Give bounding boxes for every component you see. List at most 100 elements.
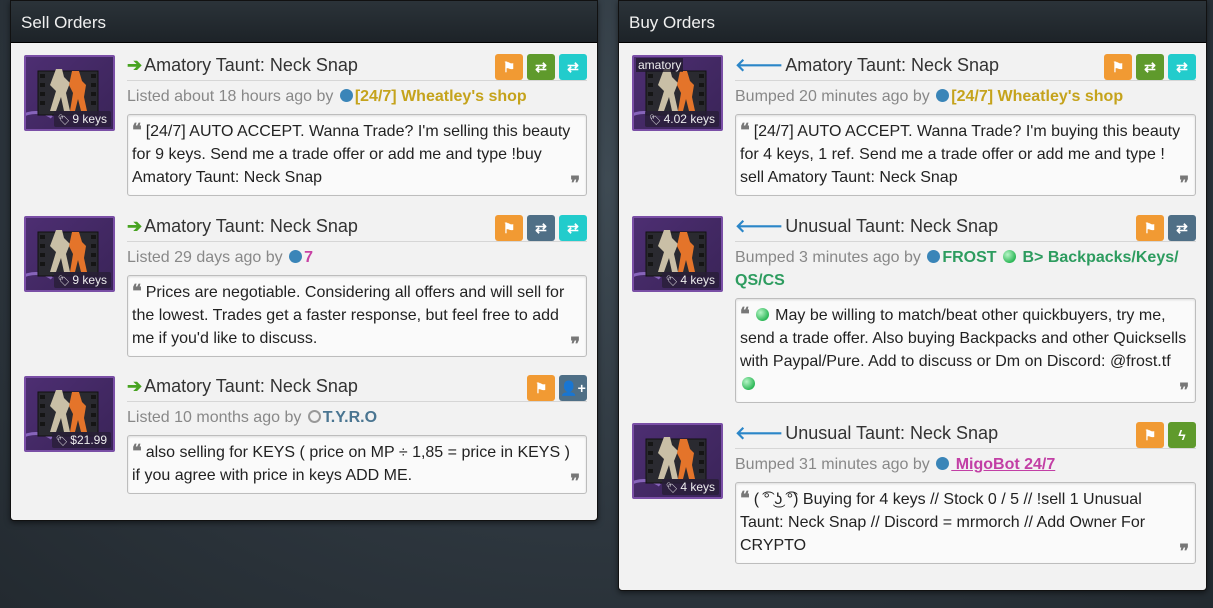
item-name[interactable]: Amatory Taunt: Neck Snap: [144, 55, 358, 75]
report-flag-button[interactable]: ⚑: [495, 215, 523, 241]
tag-icon: 🏷: [665, 483, 679, 494]
price-tag: 🏷 4.02 keys: [644, 111, 719, 127]
order-title-row: 🡐 Unusual Taunt: Neck Snap ⚑ ⇄: [735, 215, 1196, 242]
order-message: ❝ [24/7] AUTO ACCEPT. Wanna Trade? I'm se…: [127, 114, 587, 196]
user-name-part: QS/CS: [735, 272, 785, 289]
exchange-icon: ⇄: [567, 219, 579, 236]
report-flag-button[interactable]: ⚑: [1136, 215, 1164, 241]
order-meta: Bumped 3 minutes ago by FROST B> Backpac…: [735, 246, 1196, 292]
item-thumbnail[interactable]: 🏷 $21.99: [24, 376, 115, 452]
message-text: May be willing to match/beat other quick…: [740, 307, 1187, 370]
message-text: ( ͡° ͜ʖ ͡°) Buying for 4 keys // Stock 0…: [740, 491, 1146, 554]
order-meta: Bumped 31 minutes ago by MigoBot 24/7: [735, 453, 1196, 476]
report-flag-button[interactable]: ⚑: [495, 54, 523, 80]
order-title-row: 🡐 Unusual Taunt: Neck Snap ⚑ ϟ: [735, 422, 1196, 449]
user-name-part: FROST: [942, 249, 997, 266]
message-text: Prices are negotiable. Considering all o…: [132, 284, 565, 347]
green-orb-icon: [1003, 250, 1017, 263]
price-tag: 🏷 9 keys: [53, 111, 111, 127]
price-tag: 🏷 4 keys: [661, 479, 719, 495]
tag-icon: 🏷: [665, 276, 679, 287]
exchange-icon: ⇄: [567, 58, 579, 75]
item-name[interactable]: Unusual Taunt: Neck Snap: [785, 216, 998, 236]
flag-icon: ⚑: [534, 379, 548, 396]
order-title-row: ➔ Amatory Taunt: Neck Snap ⚑ ⇄ ⇄: [127, 54, 587, 81]
message-text: also selling for KEYS ( price on MP ÷ 1,…: [132, 444, 570, 484]
add-friend-icon: 👤+: [560, 379, 586, 396]
buy-arrow-icon: 🡐: [735, 216, 784, 236]
user-link[interactable]: [24/7] Wheatley's shop: [951, 88, 1123, 105]
quote-close-icon: ❞: [570, 471, 580, 492]
exchange-icon: ⇄: [1144, 58, 1156, 75]
order-message: ❝ also selling for KEYS ( price on MP ÷ 1…: [127, 435, 587, 494]
report-flag-button[interactable]: ⚑: [1136, 422, 1164, 448]
green-orb-icon: [742, 377, 755, 390]
item-name[interactable]: Unusual Taunt: Neck Snap: [785, 423, 998, 443]
price-label: 9 keys: [72, 273, 107, 287]
flag-icon: ⚑: [1143, 219, 1157, 236]
instant-trade-button[interactable]: ⇄: [559, 215, 587, 241]
order-meta: Listed about 18 hours ago by [24/7] Whea…: [127, 85, 587, 108]
add-friend-button[interactable]: 👤+: [559, 375, 587, 401]
item-thumbnail[interactable]: 🏷 4 keys: [632, 216, 723, 292]
order-meta: Listed 29 days ago by 7: [127, 246, 587, 269]
thumb-label: amatory: [636, 58, 684, 72]
quote-open-icon: ❝: [740, 304, 750, 325]
quote-open-icon: ❝: [132, 281, 142, 302]
user-link[interactable]: MigoBot 24/7: [951, 456, 1056, 473]
report-flag-button[interactable]: ⚑: [1104, 54, 1132, 80]
tag-icon: 🏷: [57, 276, 71, 287]
trade-offer-button[interactable]: ⇄: [527, 54, 555, 80]
trade-offer-button[interactable]: ⇄: [1136, 54, 1164, 80]
order-title-row: ➔ Amatory Taunt: Neck Snap ⚑ ⇄ ⇄: [127, 215, 587, 242]
instant-trade-button[interactable]: ϟ: [1168, 422, 1196, 448]
user-status-dot: [936, 457, 950, 470]
tag-icon: 🏷: [57, 115, 71, 126]
report-flag-button[interactable]: ⚑: [527, 375, 555, 401]
user-link[interactable]: T.Y.R.O: [323, 409, 377, 426]
flag-icon: ⚑: [1143, 426, 1157, 443]
tag-icon: 🏷: [55, 436, 69, 447]
user-link[interactable]: [24/7] Wheatley's shop: [355, 88, 527, 105]
price-tag: 🏷 $21.99: [51, 432, 111, 448]
exchange-icon: ⇄: [535, 58, 547, 75]
user-status-dot: [927, 250, 941, 263]
lightning-icon: ϟ: [1178, 427, 1186, 443]
instant-trade-button[interactable]: ⇄: [1168, 54, 1196, 80]
item-name[interactable]: Amatory Taunt: Neck Snap: [144, 376, 358, 396]
exchange-icon: ⇄: [1176, 219, 1188, 236]
user-status-dot: [307, 410, 321, 423]
order-meta: Bumped 20 minutes ago by [24/7] Wheatley…: [735, 85, 1196, 108]
trade-offer-button[interactable]: ⇄: [1168, 215, 1196, 241]
exchange-icon: ⇄: [1176, 58, 1188, 75]
order-title-row: 🡐 Amatory Taunt: Neck Snap ⚑ ⇄ ⇄: [735, 54, 1196, 81]
quote-close-icon: ❞: [570, 173, 580, 194]
item-name[interactable]: Amatory Taunt: Neck Snap: [144, 216, 358, 236]
item-thumbnail[interactable]: 🏷 9 keys: [24, 55, 115, 131]
buy-orders-panel: Buy Orders amatory 🏷 4.02 keys 🡐 Amatory T…: [618, 0, 1207, 591]
item-thumbnail[interactable]: amatory 🏷 4.02 keys: [632, 55, 723, 131]
user-name-part: B> Backpacks/Keys/: [1022, 249, 1179, 266]
price-label: 9 keys: [72, 112, 107, 126]
trade-offer-button[interactable]: ⇄: [527, 215, 555, 241]
quote-open-icon: ❝: [132, 441, 142, 462]
quote-open-icon: ❝: [740, 488, 750, 509]
green-orb-icon: [755, 308, 769, 321]
instant-trade-button[interactable]: ⇄: [559, 54, 587, 80]
user-link[interactable]: 7: [304, 249, 313, 266]
flag-icon: ⚑: [1111, 58, 1125, 75]
sell-orders-panel: Sell Orders 🏷 9 keys ➔ Amatory Taunt: Neck…: [10, 0, 598, 521]
item-name[interactable]: Amatory Taunt: Neck Snap: [785, 55, 999, 75]
quote-close-icon: ❞: [1179, 541, 1189, 562]
price-tag: 🏷 9 keys: [53, 272, 111, 288]
bumped-time: Bumped 20 minutes ago by: [735, 88, 930, 105]
price-tag: 🏷 4 keys: [661, 272, 719, 288]
quote-close-icon: ❞: [1179, 173, 1189, 194]
buy-arrow-icon: 🡐: [735, 423, 784, 443]
price-label: 4 keys: [680, 480, 715, 494]
quote-open-icon: ❝: [740, 120, 750, 141]
sell-arrow-icon: ➔: [127, 376, 143, 396]
item-thumbnail[interactable]: 🏷 4 keys: [632, 423, 723, 499]
item-thumbnail[interactable]: 🏷 9 keys: [24, 216, 115, 292]
message-text: [24/7] AUTO ACCEPT. Wanna Trade? I'm sel…: [132, 123, 571, 186]
